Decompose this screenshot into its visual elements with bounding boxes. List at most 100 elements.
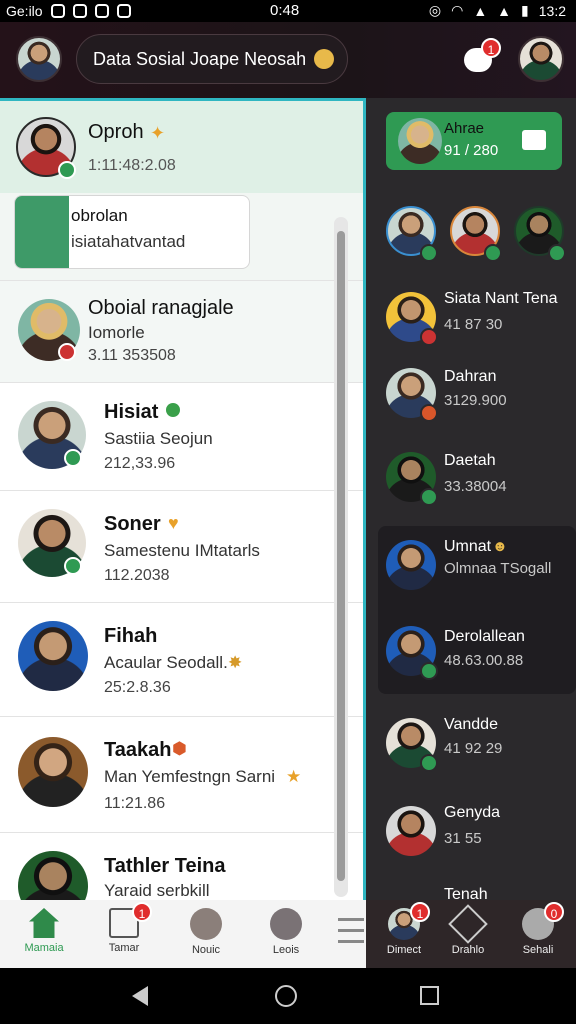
contact-row[interactable]: Daetah 33.38004 — [366, 448, 576, 532]
carrier-text: Ge:ilo — [6, 3, 43, 19]
hand-icon — [190, 908, 222, 940]
diamond-icon — [448, 904, 488, 944]
avatar — [18, 621, 88, 691]
nav-label: Nouic — [191, 944, 221, 956]
nav-badge: 1 — [132, 902, 152, 922]
alert-icon — [94, 4, 109, 18]
contact-name: Tenah — [444, 886, 488, 900]
contact-row[interactable]: Derolallean 48.63.00.88 — [366, 624, 576, 704]
recents-icon[interactable] — [420, 986, 439, 1005]
featured-name: Ahrae — [444, 120, 485, 137]
chat-time: 212,33.96 — [104, 455, 176, 472]
nav-item-leois[interactable]: Leois — [256, 908, 316, 956]
menu-icon[interactable] — [338, 918, 364, 948]
avatar — [398, 118, 442, 164]
status-icon — [58, 343, 76, 361]
chat-time: 112.2038 — [104, 567, 170, 584]
contact-row[interactable]: Dahran 3129.900 — [366, 364, 576, 448]
chat-row[interactable]: Oboial ranagjale Iomorle 3.11 353508 — [0, 281, 363, 383]
contact-row[interactable]: Tenah — [366, 884, 576, 900]
home-circle-icon[interactable] — [275, 985, 297, 1007]
contact-row[interactable]: Genyda 31 55 — [366, 800, 576, 884]
contact-name: Dahran — [444, 368, 497, 385]
avatar — [18, 851, 88, 900]
note-row[interactable]: obrolan isiatahatvantad — [0, 193, 363, 281]
shield-icon: ⬢ — [172, 739, 187, 758]
status-icon — [420, 404, 438, 422]
online-icon — [420, 244, 438, 262]
chat-name: Hisiat — [104, 401, 159, 423]
whatsapp-icon — [50, 4, 65, 18]
pinned-chat-row[interactable]: Oproh ✦ 1:11:48:2.08 — [0, 101, 363, 193]
online-icon — [58, 161, 76, 179]
bottom-nav-left: Mamaia Tamar 1 Nouic Leois — [0, 900, 366, 968]
status-time-center: 0:48 — [270, 2, 300, 19]
contact-sub: 3129.900 — [444, 392, 507, 409]
notification-badge: 1 — [481, 38, 501, 58]
account-avatar[interactable] — [518, 36, 564, 82]
chat-name: Soner — [104, 513, 161, 535]
chat-name: Oboial ranagjale — [88, 297, 234, 319]
contact-sub: 41 87 30 — [444, 316, 503, 333]
note-card[interactable]: obrolan isiatahatvantad — [14, 195, 250, 269]
header-title: Data Sosial Joape Neosah — [93, 48, 307, 69]
location-pin-icon — [166, 403, 180, 417]
chat-preview: Samestenu IMtatarls — [104, 541, 260, 560]
chat-name: Oproh — [88, 121, 144, 143]
online-icon — [548, 244, 566, 262]
note-title: obrolan — [71, 206, 128, 225]
nav-label: Tamar — [108, 942, 140, 954]
contact-row[interactable]: Siata Nant Tena 41 87 30 — [366, 284, 576, 368]
chat-preview: Iomorle — [88, 323, 145, 342]
online-icon — [420, 754, 438, 772]
featured-count: 91 / 280 — [444, 142, 499, 159]
contact-sub: 31 55 — [444, 830, 482, 847]
chat-time: 25:2.8.36 — [104, 679, 171, 696]
nav-item-home[interactable]: Mamaia — [14, 908, 74, 954]
chat-row[interactable]: Fihah Acaular Seodall. ✸ 25:2.8.36 — [0, 603, 363, 717]
heart-icon: ♥ — [168, 513, 179, 533]
header-title-pill[interactable]: Data Sosial Joape Neosah — [76, 34, 348, 84]
contact-name: Derolallean — [444, 628, 525, 645]
bottom-nav-right: Dimect 1 Drahlo Sehali 0 — [366, 900, 576, 968]
online-icon — [64, 449, 82, 467]
contact-name: Vandde — [444, 716, 498, 733]
chat-row[interactable]: Tathler Teina Yaraid serbkill — [0, 833, 363, 900]
contacts-panel: Ahrae 91 / 280 Siata Nant Tena 41 87 30 … — [366, 98, 576, 900]
inbox-icon[interactable] — [522, 130, 546, 150]
contact-name: Genyda — [444, 804, 501, 821]
back-icon[interactable] — [132, 986, 148, 1006]
signal2-icon: ▲ — [497, 2, 512, 19]
online-icon — [64, 557, 82, 575]
avatar — [386, 806, 436, 856]
profile-avatar[interactable] — [16, 36, 62, 82]
chat-name: Fihah — [104, 625, 158, 647]
featured-card[interactable]: Ahrae 91 / 280 — [386, 112, 562, 170]
chat-row[interactable]: Hisiat Sastiia Seojun 212,33.96 — [0, 383, 363, 491]
nav-label: Drahlo — [451, 944, 485, 956]
nav-item-drahlo[interactable]: Drahlo — [438, 904, 498, 956]
status-time: 13:2 — [538, 2, 566, 19]
contact-sub: 48.63.00.88 — [444, 652, 524, 669]
contact-name: Daetah — [444, 452, 496, 469]
nav-badge: 0 — [544, 902, 564, 922]
contact-sub: 41 92 29 — [444, 740, 503, 757]
online-icon — [420, 662, 438, 680]
system-nav-bar — [0, 968, 576, 1024]
chat-preview: Acaular Seodall. — [104, 653, 228, 672]
chat-time: 1:11:48:2.08 — [88, 157, 176, 174]
contact-row[interactable]: Umnat ☻ Olmnaa TSogall — [366, 536, 576, 616]
contact-name: Umnat — [444, 538, 492, 555]
sparkle-icon: ✸ — [228, 653, 243, 672]
nav-label: Mamaia — [24, 942, 64, 954]
note-text: isiatahatvantad — [71, 232, 186, 251]
smile-emoji-icon — [314, 49, 335, 69]
chat-row[interactable]: Soner ♥ Samestenu IMtatarls 112.2038 — [0, 491, 363, 603]
contact-row[interactable]: Vandde 41 92 29 — [366, 712, 576, 796]
signal-icon: ▲ — [473, 2, 488, 19]
avatar — [386, 540, 436, 590]
chat-row[interactable]: Taakah ⬢ Man Yemfestngn Sarni ★ 11:21.86 — [0, 717, 363, 833]
battery-icon: ▮ — [521, 2, 529, 18]
scrollbar-thumb[interactable] — [337, 231, 345, 881]
nav-item-notice[interactable]: Nouic — [176, 908, 236, 956]
